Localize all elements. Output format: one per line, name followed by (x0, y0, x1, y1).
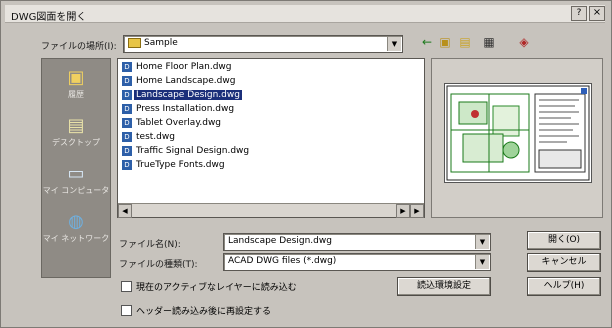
place-desktop[interactable]: ▤ デスクトップ (42, 115, 110, 148)
open-button[interactable]: 開く(O) (527, 231, 601, 250)
view-menu-icon[interactable]: ▦ (481, 35, 497, 49)
scroll-end-icon[interactable]: ▶ (410, 204, 424, 218)
file-row[interactable]: D Traffic Signal Design.dwg (122, 146, 251, 159)
look-in-label: ファイルの場所(I): (41, 42, 117, 52)
title-bar: DWG図面を開く ? × (5, 5, 605, 23)
place-network-label: マイ ネットワーク (42, 234, 110, 243)
load-settings-button[interactable]: 読込環境設定 (397, 277, 491, 296)
chevron-down-icon[interactable]: ▼ (475, 255, 489, 269)
dwg-file-icon: D (122, 160, 132, 170)
filename-value: Landscape Design.dwg (228, 236, 332, 246)
file-name: Home Floor Plan.dwg (136, 62, 232, 72)
scroll-right-icon[interactable]: ▶ (396, 204, 410, 218)
scroll-left-icon[interactable]: ◀ (118, 204, 132, 218)
file-row[interactable]: D Home Floor Plan.dwg (122, 62, 233, 75)
filetype-select[interactable]: ACAD DWG files (*.dwg) ▼ (223, 253, 491, 271)
dwg-file-icon: D (122, 132, 132, 142)
open-dwg-dialog: DWG図面を開く ? × ファイルの場所(I): Sample ▼ ← ▣ ▤ … (0, 0, 612, 328)
header-checkbox[interactable]: ヘッダー読み込み後に再設定する (121, 304, 271, 317)
file-name: Traffic Signal Design.dwg (136, 146, 250, 156)
history-icon: ▣ (67, 67, 85, 88)
file-name: Tablet Overlay.dwg (136, 118, 222, 128)
look-in-value: Sample (128, 38, 178, 49)
xref-checkbox-label: 現在のアクティブなレイヤーに読み込む (136, 283, 297, 293)
place-history-label: 履歴 (68, 90, 84, 99)
network-icon: ◍ (68, 211, 84, 232)
chevron-down-icon[interactable]: ▼ (387, 37, 401, 51)
back-arrow-icon[interactable]: ← (419, 35, 435, 49)
filename-input[interactable]: Landscape Design.dwg ▼ (223, 233, 491, 251)
file-row[interactable]: Dtest.dwg (122, 132, 177, 145)
preview-drawing (446, 85, 590, 181)
desktop-icon: ▤ (67, 115, 85, 136)
tools-icon[interactable]: ◈ (516, 35, 532, 49)
preview-pane (431, 58, 603, 218)
place-desktop-label: デスクトップ (52, 138, 100, 147)
file-row[interactable]: D TrueType Fonts.dwg (122, 160, 227, 173)
dwg-file-icon: D (122, 76, 132, 86)
file-name: Home Landscape.dwg (136, 76, 236, 86)
help-title-button[interactable]: ? (571, 6, 587, 21)
folder-icon (128, 38, 141, 48)
my-computer-icon: ▭ (67, 163, 85, 184)
look-in-dropdown[interactable]: Sample ▼ (123, 35, 403, 53)
dwg-file-icon: D (122, 118, 132, 128)
new-folder-icon[interactable]: ▤ (457, 35, 473, 49)
cancel-button[interactable]: キャンセル (527, 253, 601, 272)
up-folder-icon[interactable]: ▣ (437, 35, 453, 49)
file-row[interactable]: D Press Installation.dwg (122, 104, 236, 117)
file-name: TrueType Fonts.dwg (136, 160, 225, 170)
file-name: Landscape Design.dwg (134, 90, 242, 100)
filetype-label: ファイルの種類(T): (119, 260, 198, 270)
look-in-text: Sample (144, 38, 178, 48)
dialog-title: DWG図面を開く (11, 12, 87, 23)
dwg-file-icon: D (122, 104, 132, 114)
header-checkbox-label: ヘッダー読み込み後に再設定する (136, 307, 272, 317)
file-row[interactable]: D Home Landscape.dwg (122, 76, 237, 89)
dwg-file-icon: D (122, 146, 132, 156)
close-button[interactable]: × (589, 6, 605, 21)
horizontal-scrollbar[interactable]: ◀ ▶ ▶ (118, 203, 424, 218)
checkbox-box[interactable] (121, 281, 132, 292)
file-row[interactable]: D Tablet Overlay.dwg (122, 118, 223, 131)
chevron-down-icon[interactable]: ▼ (475, 235, 489, 249)
place-my-computer[interactable]: ▭ マイ コンピュータ (42, 163, 110, 196)
place-my-computer-label: マイ コンピュータ (42, 186, 110, 195)
file-name: test.dwg (136, 132, 175, 142)
xref-checkbox[interactable]: 現在のアクティブなレイヤーに読み込む (121, 280, 297, 293)
filename-label: ファイル名(N): (119, 240, 181, 250)
dwg-file-icon: D (122, 90, 132, 100)
file-list[interactable]: D Home Floor Plan.dwg D Home Landscape.dwg… (117, 58, 425, 218)
places-bar: ▣ 履歴 ▤ デスクトップ ▭ マイ コンピュータ ◍ マイ ネットワーク (41, 58, 111, 278)
place-history[interactable]: ▣ 履歴 (42, 67, 110, 100)
dwg-file-icon: D (122, 62, 132, 72)
place-network[interactable]: ◍ マイ ネットワーク (42, 211, 110, 244)
filetype-value: ACAD DWG files (*.dwg) (228, 256, 337, 266)
drawing-preview-image (444, 83, 592, 183)
checkbox-box[interactable] (121, 305, 132, 316)
file-row-selected[interactable]: D Landscape Design.dwg (122, 90, 242, 103)
file-name: Press Installation.dwg (136, 104, 235, 114)
help-button[interactable]: ヘルプ(H) (527, 277, 601, 296)
